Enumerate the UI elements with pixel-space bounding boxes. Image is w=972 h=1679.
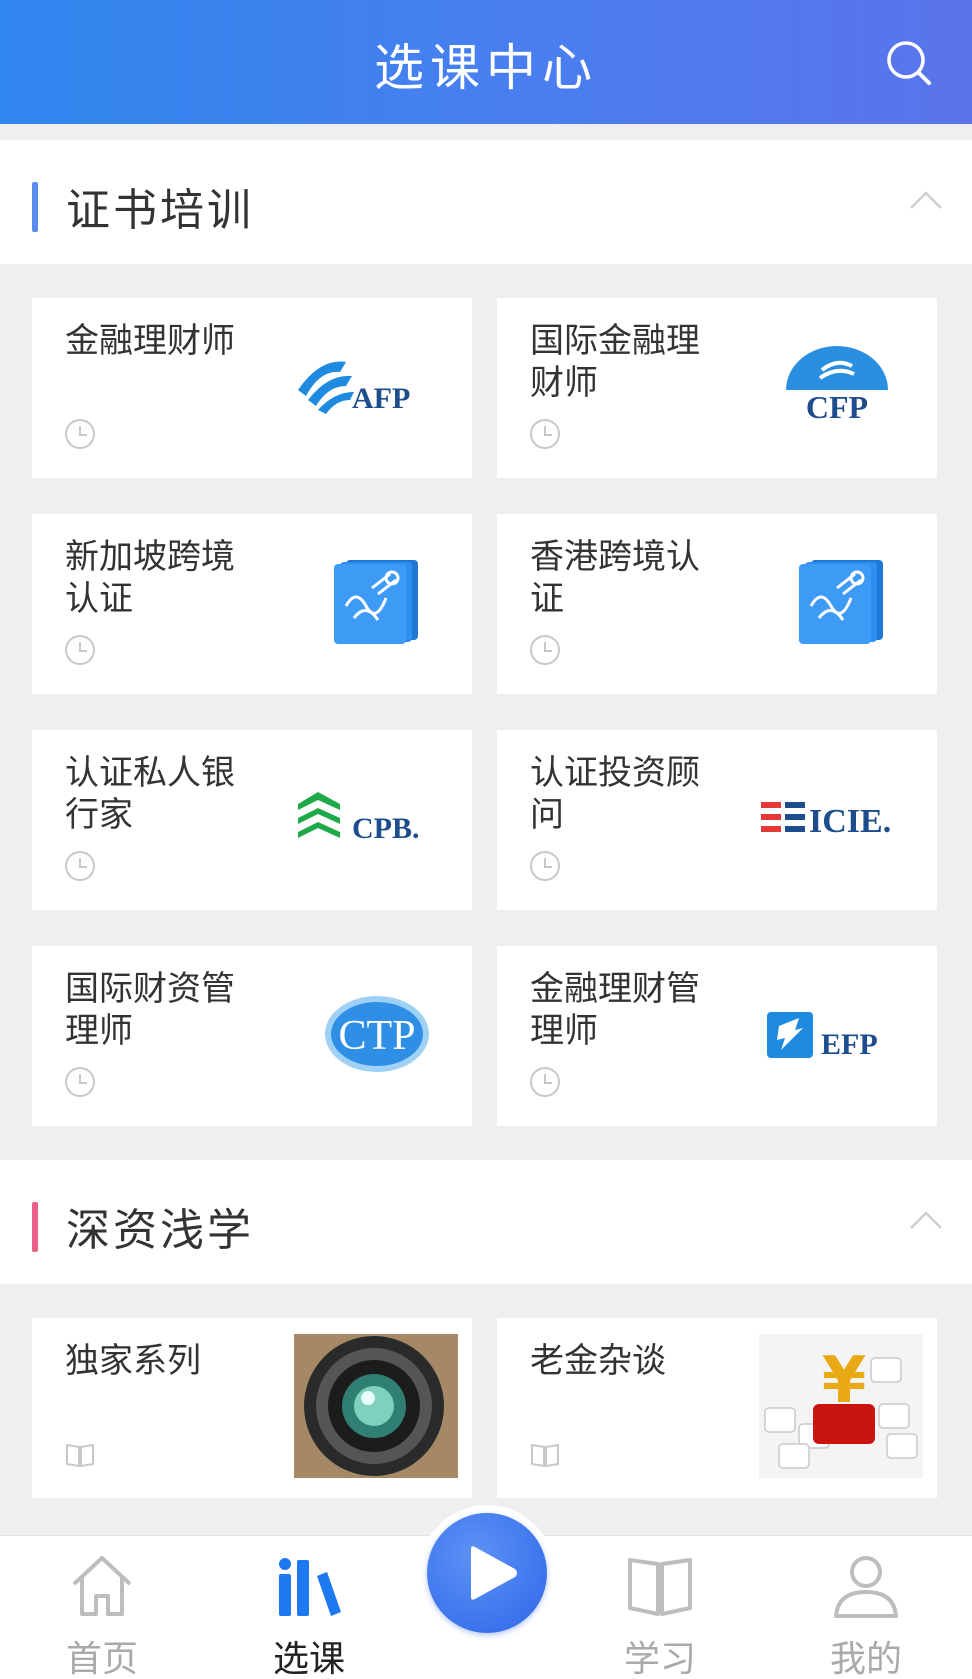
search-icon[interactable] bbox=[884, 38, 934, 88]
course-name: 国际财资管理师 bbox=[65, 969, 235, 1051]
clock-icon bbox=[530, 851, 560, 881]
clock-icon bbox=[65, 1067, 95, 1097]
nav-label: 首页 bbox=[65, 1639, 138, 1679]
chevron-up-icon[interactable] bbox=[908, 1208, 944, 1232]
section-header-certificates: 证书培训 bbox=[0, 140, 972, 264]
icie-logo: ICIE. bbox=[761, 802, 891, 840]
cpb-logo-text: CPB. bbox=[352, 812, 420, 845]
study-book-icon bbox=[628, 1558, 692, 1616]
clock-icon bbox=[65, 419, 95, 449]
course-name: 金融理财管理师 bbox=[530, 969, 700, 1051]
keyboard-yuan-thumbnail: ¥ bbox=[759, 1334, 923, 1478]
course-card-ctp[interactable]: 国际财资管理师 CTP bbox=[32, 946, 472, 1126]
course-card-cpb[interactable]: 认证私人银行家 CPB. bbox=[32, 730, 472, 910]
course-card-exclusive-series[interactable]: 独家系列 bbox=[32, 1318, 472, 1498]
course-name: 香港跨境认证 bbox=[530, 537, 700, 619]
svg-text:¥: ¥ bbox=[822, 1344, 867, 1418]
course-card-cfp[interactable]: 国际金融理财师 CFP bbox=[497, 298, 937, 478]
nav-label: 学习 bbox=[623, 1639, 696, 1679]
ctp-logo-text: CTP bbox=[338, 1013, 415, 1059]
afp-logo: AFP bbox=[298, 361, 410, 415]
app-header: 选课中心 bbox=[0, 0, 972, 124]
page-title: 选课中心 bbox=[374, 39, 598, 97]
book-icon bbox=[66, 1443, 94, 1468]
profile-icon bbox=[834, 1556, 898, 1618]
nav-label: 我的 bbox=[829, 1639, 902, 1679]
course-card-hongkong[interactable]: 香港跨境认证 bbox=[497, 514, 937, 694]
ctp-logo: CTP bbox=[325, 996, 429, 1072]
section-header-deep-learning: 深资浅学 bbox=[0, 1160, 972, 1284]
clock-icon bbox=[530, 635, 560, 665]
clock-icon bbox=[530, 1067, 560, 1097]
book-icon bbox=[531, 1443, 559, 1468]
camera-lens-thumbnail bbox=[294, 1334, 458, 1478]
efp-logo: EFP bbox=[767, 1012, 878, 1060]
course-card-efp[interactable]: 金融理财管理师 EFP bbox=[497, 946, 937, 1126]
nav-item-profile[interactable]: 我的 bbox=[801, 1536, 931, 1679]
course-name: 国际金融理财师 bbox=[530, 321, 700, 403]
section-title: 证书培训 bbox=[66, 185, 254, 236]
home-icon bbox=[72, 1556, 132, 1616]
course-name: 老金杂谈 bbox=[530, 1341, 666, 1381]
section-accent-bar bbox=[32, 182, 38, 232]
nav-item-study[interactable]: 学习 bbox=[595, 1536, 725, 1679]
clock-icon bbox=[530, 419, 560, 449]
certificate-scroll-icon bbox=[799, 560, 883, 644]
certificate-scroll-icon bbox=[334, 560, 418, 644]
play-icon bbox=[471, 1546, 517, 1600]
course-name: 认证私人银行家 bbox=[65, 753, 235, 835]
course-card-singapore[interactable]: 新加坡跨境认证 bbox=[32, 514, 472, 694]
section-accent-bar bbox=[32, 1202, 38, 1252]
course-name: 新加坡跨境认证 bbox=[65, 537, 235, 619]
clock-icon bbox=[65, 851, 95, 881]
chevron-up-icon[interactable] bbox=[908, 188, 944, 212]
course-card-afp[interactable]: 金融理财师 AFP bbox=[32, 298, 472, 478]
clock-icon bbox=[65, 635, 95, 665]
efp-logo-text: EFP bbox=[821, 1028, 878, 1060]
course-name: 认证投资顾问 bbox=[530, 753, 700, 835]
play-button[interactable] bbox=[419, 1505, 555, 1641]
course-icon bbox=[279, 1558, 341, 1616]
nav-label: 选课 bbox=[272, 1639, 345, 1679]
course-name: 金融理财师 bbox=[65, 321, 235, 361]
course-card-icie[interactable]: 认证投资顾问 ICIE. bbox=[497, 730, 937, 910]
course-name: 独家系列 bbox=[65, 1341, 201, 1381]
afp-logo-text: AFP bbox=[352, 382, 410, 415]
icie-logo-text: ICIE. bbox=[809, 803, 891, 840]
cpb-logo: CPB. bbox=[298, 792, 420, 845]
play-button-circle bbox=[427, 1513, 547, 1633]
nav-item-home[interactable]: 首页 bbox=[37, 1536, 167, 1679]
section-title: 深资浅学 bbox=[66, 1205, 254, 1256]
cfp-logo: CFP bbox=[786, 346, 888, 425]
nav-item-courses[interactable]: 选课 bbox=[244, 1536, 374, 1679]
cfp-logo-text: CFP bbox=[806, 389, 868, 425]
course-card-laojin-talk[interactable]: 老金杂谈 ¥ bbox=[497, 1318, 937, 1498]
